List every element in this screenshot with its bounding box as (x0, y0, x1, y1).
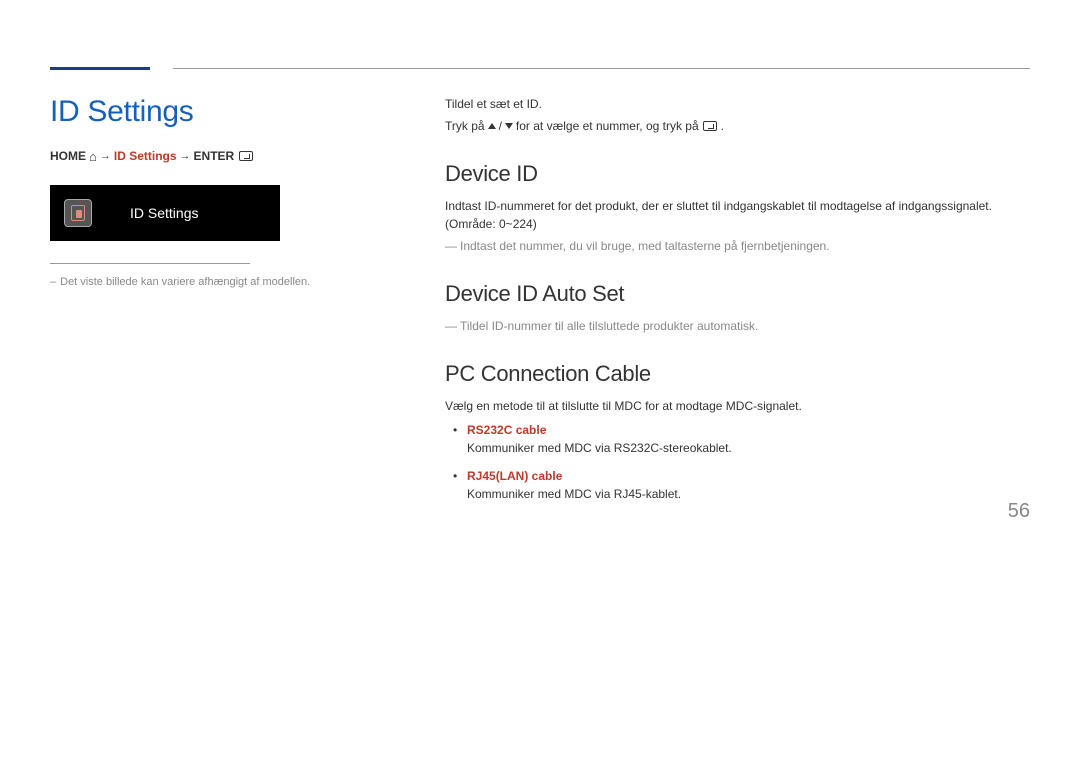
id-settings-icon (64, 199, 92, 227)
device-id-auto-set-heading: Device ID Auto Set (445, 281, 1030, 307)
note-dash: – (50, 276, 56, 288)
left-column: ID Settings HOME ⌂ → ID Settings → ENTER… (50, 95, 410, 513)
footnote-dash: ― (445, 237, 457, 255)
intro-line-1: Tildel et sæt et ID. (445, 95, 1030, 113)
right-column: Tildel et sæt et ID. Tryk på / for at væ… (410, 95, 1030, 513)
manual-page: ID Settings HOME ⌂ → ID Settings → ENTER… (0, 0, 1080, 553)
pc-cable-body: Vælg en metode til at tilslutte til MDC … (445, 397, 1030, 415)
down-arrow-icon (505, 123, 513, 129)
cable-list: RS232C cable Kommuniker med MDC via RS23… (445, 421, 1030, 503)
page-number: 56 (1008, 500, 1030, 523)
intro-line-2: Tryk på / for at vælge et nummer, og try… (445, 117, 1030, 135)
device-id-body: Indtast ID-nummeret for det produkt, der… (445, 197, 1030, 233)
up-arrow-icon (488, 123, 496, 129)
breadcrumb: HOME ⌂ → ID Settings → ENTER (50, 149, 380, 163)
auto-set-footnote: ― Tildel ID-nummer til alle tilsluttede … (445, 317, 1030, 335)
breadcrumb-home: HOME (50, 149, 86, 163)
top-accent-bar (50, 67, 150, 70)
note-text: Det viste billede kan variere afhængigt … (60, 276, 310, 288)
preview-box: ID Settings (50, 185, 280, 241)
cable-name: RS232C cable (467, 421, 1030, 439)
footnote-dash: ― (445, 317, 457, 335)
intro-block: Tildel et sæt et ID. Tryk på / for at væ… (445, 95, 1030, 135)
arrow-icon: → (180, 150, 191, 162)
pc-connection-cable-heading: PC Connection Cable (445, 361, 1030, 387)
cable-name: RJ45(LAN) cable (467, 467, 1030, 485)
preview-label: ID Settings (130, 205, 198, 221)
enter-icon (703, 121, 717, 131)
device-id-footnote: ― Indtast det nummer, du vil bruge, med … (445, 237, 1030, 255)
device-id-heading: Device ID (445, 161, 1030, 187)
cable-desc: Kommuniker med MDC via RJ45-kablet. (467, 487, 681, 501)
cable-item-rj45: RJ45(LAN) cable Kommuniker med MDC via R… (445, 467, 1030, 503)
cable-item-rs232c: RS232C cable Kommuniker med MDC via RS23… (445, 421, 1030, 457)
breadcrumb-enter: ENTER (194, 149, 235, 163)
top-horizontal-rule (173, 68, 1030, 69)
breadcrumb-current: ID Settings (114, 149, 177, 163)
page-title: ID Settings (50, 95, 380, 129)
arrow-icon: → (100, 150, 111, 162)
model-disclaimer-note: – Det viste billede kan variere afhængig… (50, 276, 380, 288)
left-divider (50, 263, 250, 264)
cable-desc: Kommuniker med MDC via RS232C-stereokabl… (467, 441, 732, 455)
home-icon: ⌂ (89, 150, 97, 163)
enter-icon (239, 151, 253, 161)
